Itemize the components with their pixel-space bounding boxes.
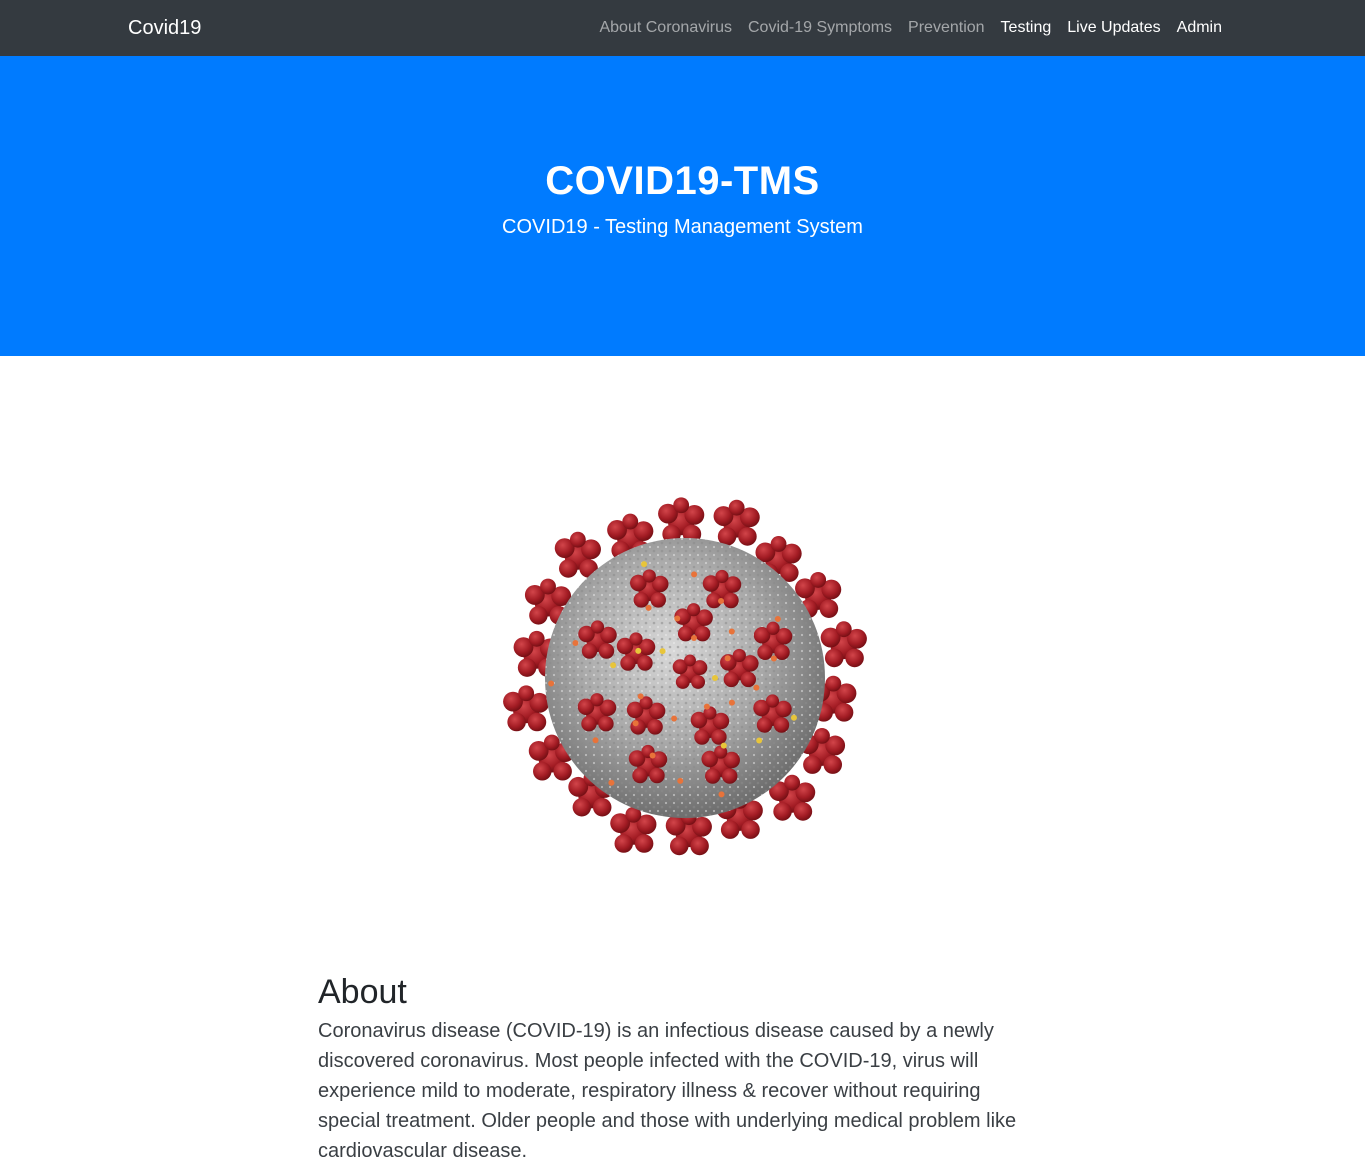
coronavirus-illustration (500, 493, 870, 863)
nav-link-testing[interactable]: Testing (993, 0, 1060, 56)
nav-link-about-coronavirus[interactable]: About Coronavirus (591, 0, 740, 56)
top-navbar: Covid19 About Coronavirus Covid-19 Sympt… (0, 0, 1365, 56)
nav-link-live-updates[interactable]: Live Updates (1059, 0, 1168, 56)
about-text: Coronavirus disease (COVID-19) is an inf… (318, 1020, 1017, 1162)
hero-title: COVID19-TMS (545, 159, 820, 203)
virus-graphic (503, 497, 867, 856)
about-title: About (318, 973, 407, 1011)
brand-link[interactable]: Covid19 (128, 15, 201, 41)
nav-links: About Coronavirus Covid-19 Symptoms Prev… (591, 0, 1230, 56)
hero-subtitle: COVID19 - Testing Management System (502, 216, 863, 238)
nav-link-admin[interactable]: Admin (1169, 0, 1230, 56)
nav-link-covid-symptoms[interactable]: Covid-19 Symptoms (740, 0, 900, 56)
hero-banner: COVID19-TMS COVID19 - Testing Management… (0, 56, 1365, 356)
nav-link-prevention[interactable]: Prevention (900, 0, 993, 56)
